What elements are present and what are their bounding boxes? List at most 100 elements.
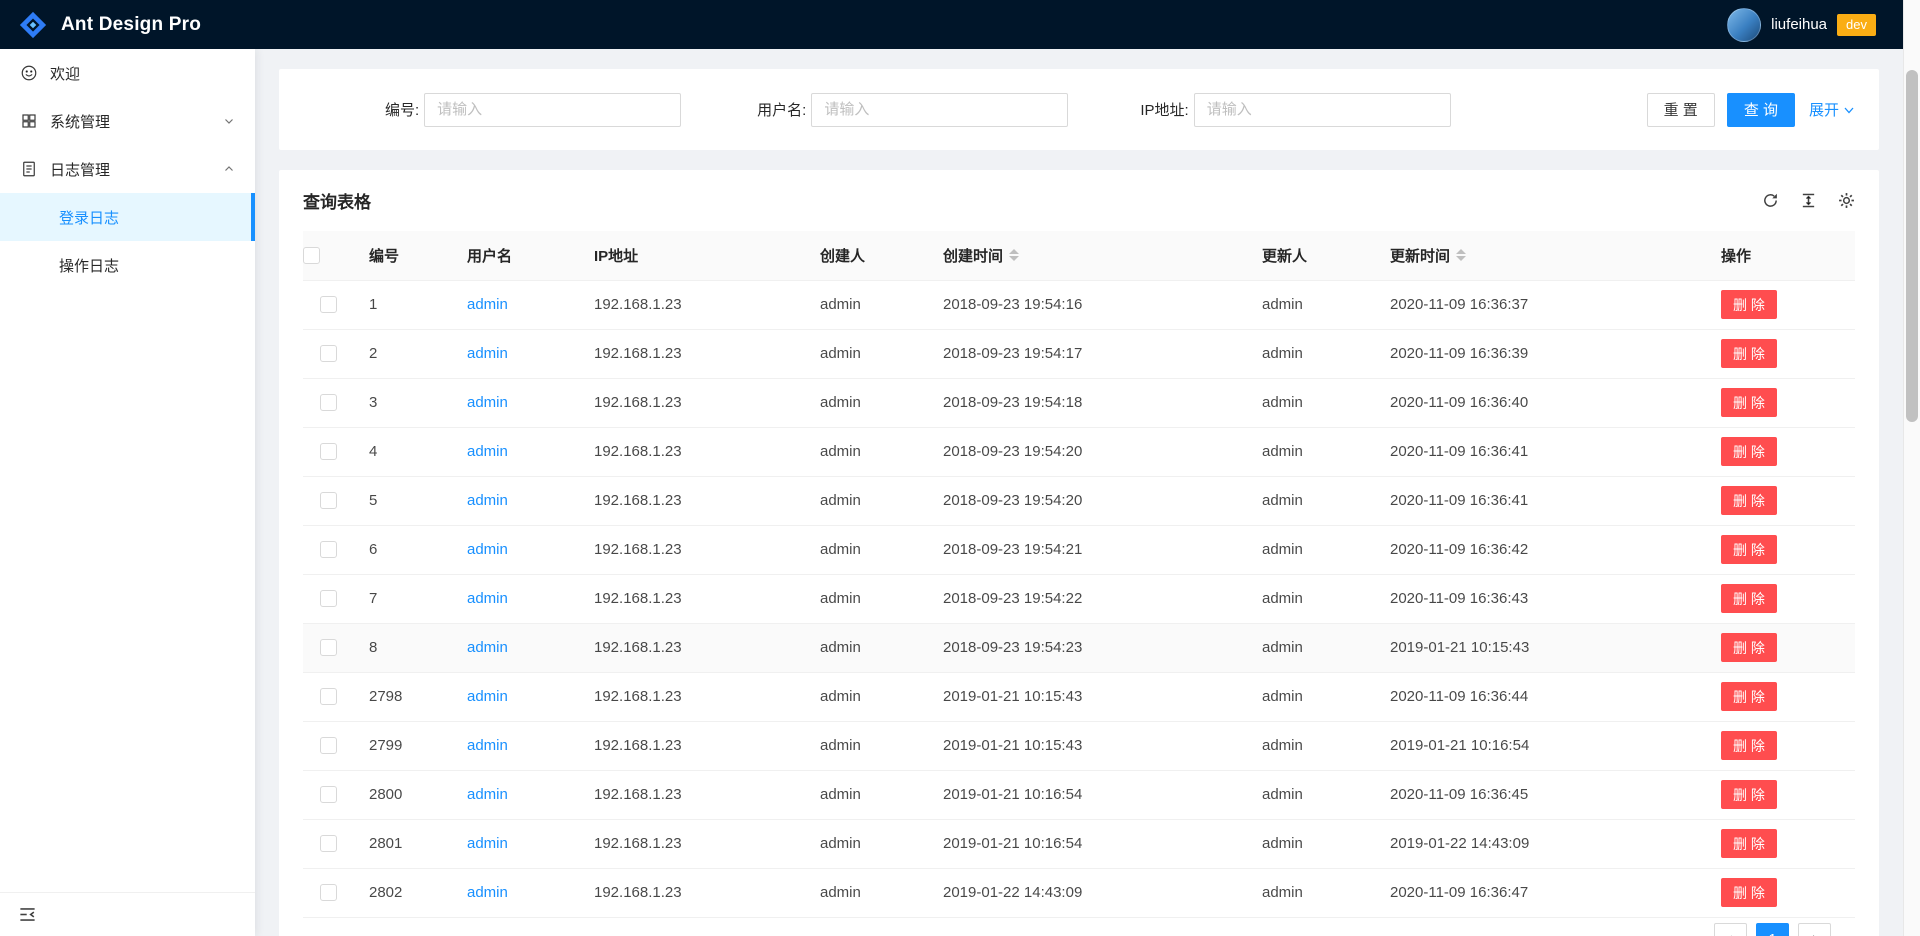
sidebar-item-system-management[interactable]: 系统管理	[0, 97, 255, 145]
delete-button[interactable]: 删 除	[1721, 535, 1777, 564]
cell-ip: 192.168.1.23	[578, 280, 804, 329]
username-link[interactable]: admin	[467, 394, 508, 411]
delete-button[interactable]: 删 除	[1721, 878, 1777, 907]
cell-update-time: 2020-11-09 16:36:40	[1374, 378, 1705, 427]
cell-id: 5	[353, 476, 451, 525]
row-checkbox[interactable]	[320, 639, 337, 656]
sidebar-menu: 欢迎 系统管理 日志管理	[0, 49, 255, 892]
username-input[interactable]	[811, 93, 1068, 127]
row-checkbox[interactable]	[320, 590, 337, 607]
pagination-prev-button[interactable]	[1714, 923, 1747, 936]
settings-icon[interactable]	[1838, 192, 1855, 209]
delete-button[interactable]: 删 除	[1721, 437, 1777, 466]
delete-button[interactable]: 删 除	[1721, 584, 1777, 613]
username-link[interactable]: admin	[467, 884, 508, 901]
main-content: 编号: 用户名: IP地址: 重 置 查 询 展开 查询表格	[255, 49, 1903, 936]
env-tag: dev	[1837, 14, 1876, 36]
sidebar-item-log-management[interactable]: 日志管理	[0, 145, 255, 193]
table-toolbar: 查询表格	[279, 170, 1879, 231]
username-link[interactable]: admin	[467, 737, 508, 754]
cell-creator: admin	[804, 623, 927, 672]
username-link[interactable]: admin	[467, 639, 508, 656]
pagination-page-1[interactable]: 1	[1756, 923, 1789, 936]
sidebar-item-login-log[interactable]: 登录日志	[0, 193, 255, 241]
row-checkbox[interactable]	[320, 345, 337, 362]
cell-creator: admin	[804, 721, 927, 770]
density-icon[interactable]	[1800, 192, 1817, 209]
delete-button[interactable]: 删 除	[1721, 633, 1777, 662]
id-input[interactable]	[424, 93, 681, 127]
reload-icon[interactable]	[1762, 192, 1779, 209]
row-checkbox[interactable]	[320, 296, 337, 313]
header-username[interactable]: liufeihua	[1771, 16, 1827, 33]
form-actions: 重 置 查 询 展开	[1647, 93, 1855, 127]
cell-create-time: 2019-01-21 10:16:54	[927, 770, 1246, 819]
delete-button[interactable]: 删 除	[1721, 780, 1777, 809]
pagination-next-button[interactable]	[1798, 923, 1831, 936]
cell-updater: admin	[1246, 476, 1374, 525]
cell-update-time: 2020-11-09 16:36:39	[1374, 329, 1705, 378]
username-link[interactable]: admin	[467, 492, 508, 509]
delete-button[interactable]: 删 除	[1721, 731, 1777, 760]
cell-username: admin	[451, 574, 578, 623]
cell-id: 2801	[353, 819, 451, 868]
row-checkbox[interactable]	[320, 541, 337, 558]
cell-username: admin	[451, 280, 578, 329]
delete-button[interactable]: 删 除	[1721, 290, 1777, 319]
row-checkbox[interactable]	[320, 688, 337, 705]
cell-creator: admin	[804, 427, 927, 476]
row-checkbox[interactable]	[320, 443, 337, 460]
cell-ip: 192.168.1.23	[578, 476, 804, 525]
cell-ip: 192.168.1.23	[578, 721, 804, 770]
row-checkbox[interactable]	[320, 492, 337, 509]
table-row: 2800 admin 192.168.1.23 admin 2019-01-21…	[303, 770, 1855, 819]
delete-button[interactable]: 删 除	[1721, 682, 1777, 711]
row-checkbox[interactable]	[320, 786, 337, 803]
scrollbar-thumb[interactable]	[1906, 70, 1918, 422]
cell-action: 删 除	[1705, 819, 1855, 868]
username-link[interactable]: admin	[467, 296, 508, 313]
username-link[interactable]: admin	[467, 345, 508, 362]
user-avatar[interactable]	[1727, 8, 1761, 42]
username-link[interactable]: admin	[467, 443, 508, 460]
cell-update-time: 2019-01-21 10:16:54	[1374, 721, 1705, 770]
delete-button[interactable]: 删 除	[1721, 829, 1777, 858]
column-header-create-time[interactable]: 创建时间	[927, 231, 1246, 280]
query-button[interactable]: 查 询	[1727, 93, 1795, 127]
select-all-checkbox[interactable]	[303, 247, 320, 264]
row-checkbox[interactable]	[320, 737, 337, 754]
menu-fold-icon[interactable]	[18, 905, 37, 924]
row-checkbox[interactable]	[320, 884, 337, 901]
row-checkbox[interactable]	[320, 835, 337, 852]
row-checkbox[interactable]	[320, 394, 337, 411]
cell-username: admin	[451, 819, 578, 868]
sidebar-item-label: 操作日志	[59, 255, 119, 276]
sidebar-item-welcome[interactable]: 欢迎	[0, 49, 255, 97]
reset-button[interactable]: 重 置	[1647, 93, 1715, 127]
app-title: Ant Design Pro	[61, 14, 201, 36]
delete-button[interactable]: 删 除	[1721, 339, 1777, 368]
ip-input[interactable]	[1194, 93, 1451, 127]
scrollbar-track[interactable]	[1903, 0, 1920, 936]
column-header-action: 操作	[1705, 231, 1855, 280]
username-link[interactable]: admin	[467, 590, 508, 607]
cell-updater: admin	[1246, 672, 1374, 721]
username-link[interactable]: admin	[467, 835, 508, 852]
column-header-update-time[interactable]: 更新时间	[1374, 231, 1705, 280]
cell-updater: admin	[1246, 574, 1374, 623]
sorter-icon[interactable]	[1456, 249, 1466, 261]
sidebar-item-operation-log[interactable]: 操作日志	[0, 241, 255, 289]
username-link[interactable]: admin	[467, 688, 508, 705]
username-link[interactable]: admin	[467, 541, 508, 558]
header-user-area[interactable]: liufeihua dev	[1727, 8, 1876, 42]
username-link[interactable]: admin	[467, 786, 508, 803]
expand-link[interactable]: 展开	[1809, 99, 1855, 120]
cell-ip: 192.168.1.23	[578, 770, 804, 819]
cell-username: admin	[451, 329, 578, 378]
cell-create-time: 2019-01-21 10:15:43	[927, 721, 1246, 770]
sorter-icon[interactable]	[1009, 249, 1019, 261]
delete-button[interactable]: 删 除	[1721, 486, 1777, 515]
cell-id: 3	[353, 378, 451, 427]
table-row: 2802 admin 192.168.1.23 admin 2019-01-22…	[303, 868, 1855, 917]
delete-button[interactable]: 删 除	[1721, 388, 1777, 417]
